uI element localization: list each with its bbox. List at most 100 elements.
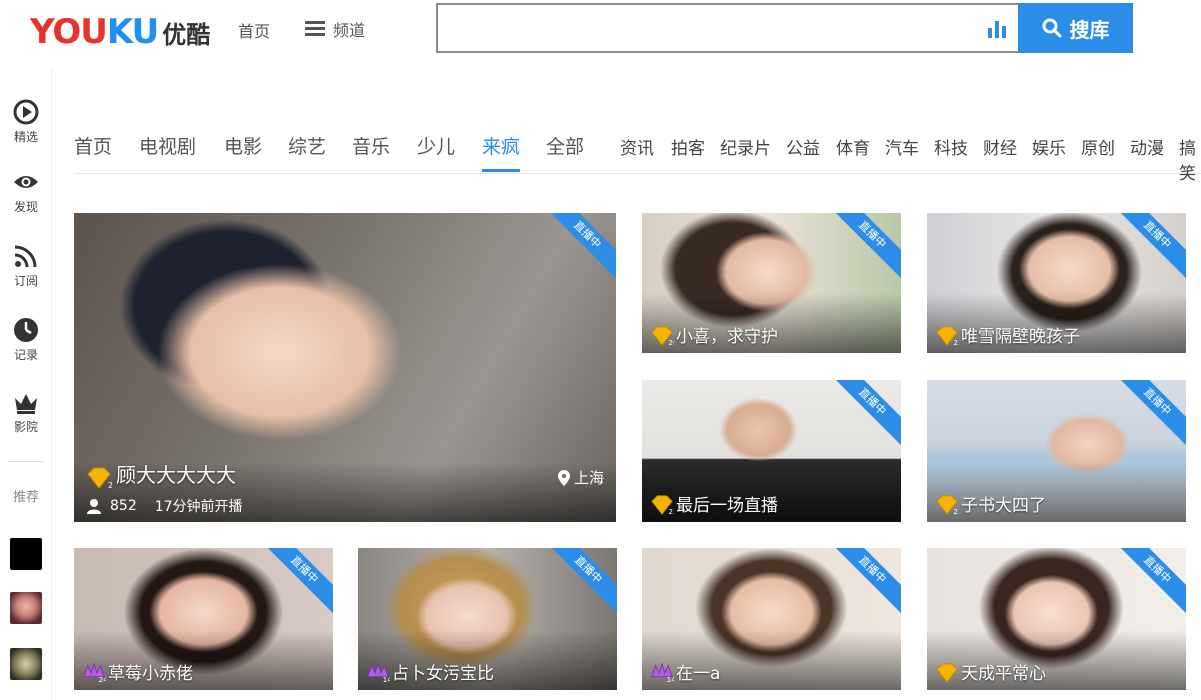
logo-wordmark: YOUKU	[30, 12, 159, 52]
nav-channel-menu[interactable]: 频道	[305, 17, 365, 41]
streamer-name: 在一a	[676, 664, 721, 684]
recommend-thumb-avatar[interactable]	[10, 648, 42, 680]
menu-icon	[305, 21, 325, 37]
purple-level-icon: 24	[83, 662, 106, 684]
location-pin-icon	[557, 469, 570, 486]
recommend-thumb-black[interactable]	[10, 538, 42, 570]
level-number: 23	[108, 481, 112, 490]
tab-entertainment[interactable]: 娱乐	[1032, 134, 1066, 174]
purple-level-icon: 14	[651, 662, 674, 684]
tab-kids[interactable]: 少儿	[417, 132, 455, 172]
tab-tv[interactable]: 电视剧	[139, 132, 196, 172]
recommend-thumb-avatar[interactable]	[10, 592, 42, 624]
tab-music[interactable]: 音乐	[352, 132, 390, 172]
eye-icon	[14, 176, 38, 188]
nav-channel-label: 频道	[333, 21, 366, 40]
youku-logo[interactable]: YOUKU 优酷	[30, 12, 210, 52]
streamer-name: 子书大四了	[961, 496, 1046, 516]
streamer-name: 小喜，求守护	[676, 327, 778, 347]
tab-all[interactable]: 全部	[546, 132, 584, 172]
sidebar-divider	[8, 461, 44, 462]
tab-funny[interactable]: 搞笑	[1179, 134, 1201, 184]
clock-icon	[14, 318, 38, 342]
streamer-name: 占卜女污宝比	[392, 664, 494, 684]
start-time: 17分钟前开播	[154, 499, 243, 515]
streamer-name: 天成平常心	[961, 664, 1046, 684]
top-header: YOUKU 优酷 首页 频道 搜库	[0, 0, 1201, 68]
streamer-name: 最后一场直播	[676, 496, 778, 516]
level-number: 22	[668, 507, 674, 516]
tab-movie[interactable]: 电影	[224, 132, 262, 172]
location-label: 上海	[573, 469, 604, 487]
play-circle-icon	[13, 99, 39, 125]
nav-home-link[interactable]: 首页	[238, 18, 270, 42]
tab-finance[interactable]: 财经	[983, 134, 1017, 174]
rss-icon	[14, 245, 37, 268]
tab-news[interactable]: 资讯	[620, 134, 654, 174]
search-button-label: 搜库	[1069, 17, 1110, 42]
live-card[interactable]: 直播中 23 唯雪隔壁晚孩子	[927, 213, 1186, 353]
sidebar-item-cinema[interactable]: 影院	[0, 388, 52, 435]
tab-laifeng[interactable]: 来疯	[482, 132, 521, 172]
live-card[interactable]: 直播中 23 子书大四了	[927, 380, 1186, 522]
tab-tech[interactable]: 科技	[934, 134, 968, 174]
streamer-name: 草莓小赤佬	[108, 664, 193, 684]
sidebar-item-label: 发现	[13, 200, 38, 214]
purple-level-icon: 14	[367, 662, 390, 684]
level-number: 20	[668, 338, 674, 347]
tab-sports[interactable]: 体育	[836, 134, 870, 174]
streamer-name: 顾大大大大大	[116, 463, 236, 487]
category-tabs: 首页 电视剧 电影 综艺 音乐 少儿 来疯 全部 资讯 拍客 纪录片 公益 体育…	[74, 128, 1201, 184]
search-icon	[1042, 18, 1061, 38]
logo-chinese: 优酷	[162, 21, 211, 49]
level-number: 14	[667, 675, 674, 684]
search-input[interactable]	[438, 5, 958, 51]
level-number: 23	[953, 338, 959, 347]
sidebar-item-label: 订阅	[13, 274, 38, 288]
live-card[interactable]: 直播中 14 占卜女污宝比	[358, 548, 617, 690]
tab-variety[interactable]: 综艺	[288, 132, 326, 172]
left-sidebar: 精选 发现 订阅 记录 影院 推荐	[0, 68, 52, 700]
streamer-name: 唯雪隔壁晚孩子	[961, 327, 1080, 347]
gold-level-icon	[936, 663, 958, 683]
live-card[interactable]: 直播中 20 小喜，求守护	[642, 213, 901, 353]
live-card[interactable]: 直播中 天成平常心	[927, 548, 1186, 690]
logo-ku: KU	[106, 12, 159, 52]
stream-location: 上海	[557, 467, 604, 488]
sidebar-item-discover[interactable]: 发现	[0, 168, 52, 215]
tab-auto[interactable]: 汽车	[885, 134, 919, 174]
crown-icon	[15, 394, 37, 414]
gold-level-icon: 23	[936, 326, 959, 347]
live-card[interactable]: 直播中 14 在一a	[642, 548, 901, 690]
sidebar-item-label: 记录	[13, 348, 38, 362]
sidebar-item-label: 影院	[13, 420, 38, 434]
user-icon	[87, 499, 101, 514]
tab-documentary[interactable]: 纪录片	[720, 134, 771, 174]
gold-level-icon: 23	[87, 467, 112, 490]
level-number: 14	[383, 675, 390, 684]
live-card[interactable]: 直播中 22 最后一场直播	[642, 380, 901, 522]
level-number: 24	[99, 675, 106, 684]
viewer-count: 852	[110, 498, 137, 514]
gold-level-icon: 22	[651, 495, 674, 516]
search-box	[436, 3, 1020, 53]
viewer-info: 852 17分钟前开播	[86, 496, 243, 516]
live-card[interactable]: 直播中 24 草莓小赤佬	[74, 548, 333, 690]
sidebar-item-featured[interactable]: 精选	[0, 98, 52, 145]
sidebar-recommend-label: 推荐	[12, 490, 39, 505]
sidebar-item-history[interactable]: 记录	[0, 316, 52, 363]
gold-level-icon: 23	[936, 495, 959, 516]
sidebar-item-label: 精选	[13, 130, 38, 144]
level-number: 23	[953, 507, 959, 516]
sidebar-item-subscribe[interactable]: 订阅	[0, 242, 52, 289]
search-button[interactable]: 搜库	[1018, 3, 1133, 53]
featured-live-card[interactable]: 直播中 23 顾大大大大大 上海 852 17分钟前开播	[74, 213, 616, 522]
tab-original[interactable]: 原创	[1081, 134, 1115, 174]
tab-home[interactable]: 首页	[74, 132, 112, 172]
voice-search-icon[interactable]	[986, 18, 1008, 40]
tab-anime[interactable]: 动漫	[1130, 134, 1164, 174]
logo-you: YOU	[30, 12, 108, 52]
gold-level-icon: 20	[651, 326, 674, 347]
tab-paike[interactable]: 拍客	[671, 134, 705, 174]
tab-charity[interactable]: 公益	[786, 134, 820, 174]
